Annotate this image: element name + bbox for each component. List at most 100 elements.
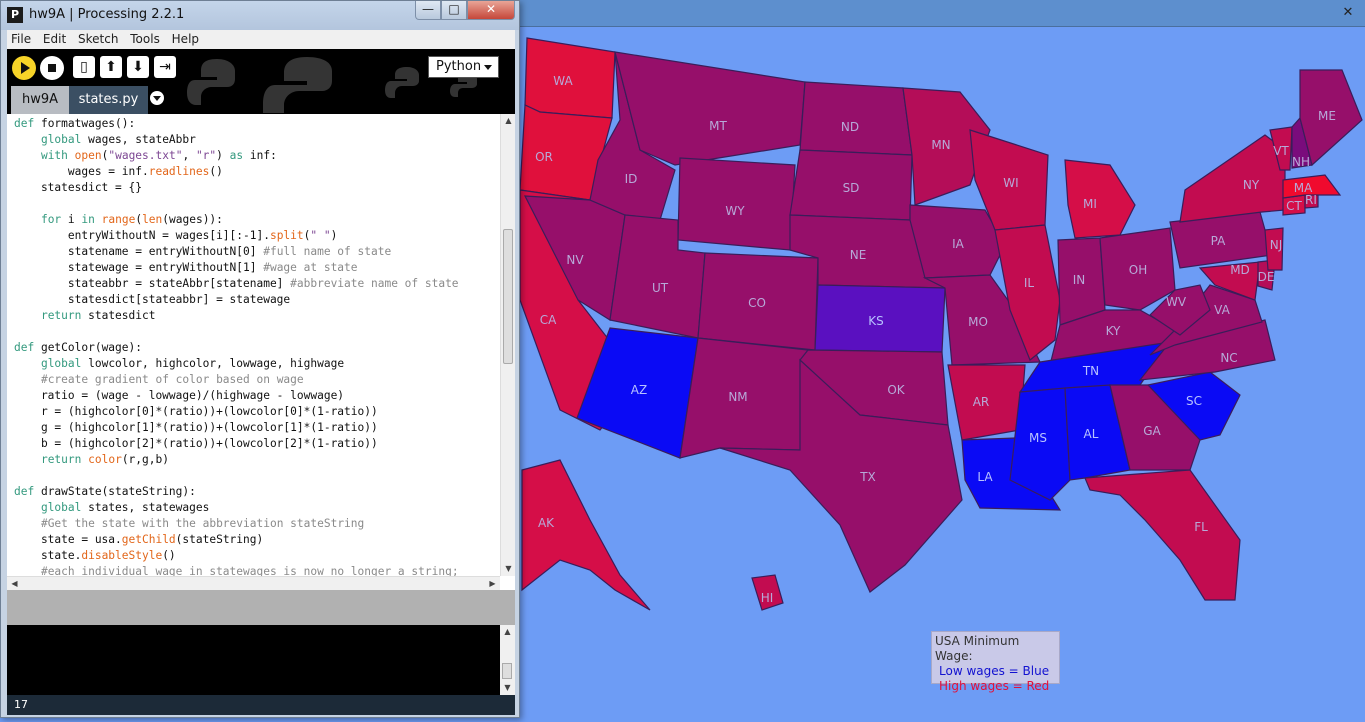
stop-button[interactable] <box>40 56 64 80</box>
menu-bar: File Edit Sketch Tools Help <box>7 30 515 49</box>
tab-hw9a[interactable]: hw9A <box>11 86 69 114</box>
code-line[interactable]: state.disableStyle() <box>14 548 459 564</box>
open-icon: ⬆ <box>105 59 117 75</box>
code-line[interactable]: b = (highcolor[2]*(ratio))+(lowcolor[2]*… <box>14 436 459 452</box>
code-line[interactable]: global lowcolor, highcolor, lowwage, hig… <box>14 356 459 372</box>
menu-edit[interactable]: Edit <box>39 30 70 46</box>
save-icon: ⬇ <box>132 59 144 75</box>
state-label-sc: SC <box>1186 394 1202 408</box>
export-icon: ⇥ <box>159 59 171 75</box>
code-line[interactable]: for i in range(len(wages)): <box>14 212 459 228</box>
scroll-left-icon[interactable]: ◀ <box>7 577 22 590</box>
console-scroll-down-icon[interactable]: ▼ <box>500 681 515 695</box>
map-legend: USA Minimum Wage: Low wages = Blue High … <box>931 631 1060 693</box>
state-label-az: AZ <box>631 383 647 397</box>
console-scroll-thumb[interactable] <box>502 663 512 679</box>
code-line[interactable]: return color(r,g,b) <box>14 452 459 468</box>
state-label-mt: MT <box>709 119 727 133</box>
code-line[interactable]: def drawState(stateString): <box>14 484 459 500</box>
state-label-co: CO <box>748 296 766 310</box>
state-label-or: OR <box>535 150 553 164</box>
state-label-al: AL <box>1084 427 1099 441</box>
legend-high-wage: High wages = Red <box>939 679 1050 693</box>
state-label-wa: WA <box>553 74 573 88</box>
console-scroll-up-icon[interactable]: ▲ <box>500 625 515 639</box>
state-label-nh: NH <box>1292 155 1310 169</box>
mode-selector[interactable]: Python <box>428 56 499 78</box>
code-line[interactable]: with open("wages.txt", "r") as inf: <box>14 148 459 164</box>
scroll-up-icon[interactable]: ▲ <box>501 114 515 128</box>
state-label-mn: MN <box>931 138 950 152</box>
line-number-status: 17 <box>7 695 515 715</box>
state-label-de: DE <box>1258 270 1275 284</box>
code-line[interactable]: global states, statewages <box>14 500 459 516</box>
state-label-ks: KS <box>868 314 884 328</box>
state-label-mi: MI <box>1083 197 1097 211</box>
code-text[interactable]: def formatwages(): global wages, stateAb… <box>14 116 459 580</box>
save-button[interactable]: ⬇ <box>127 56 149 78</box>
state-label-wy: WY <box>725 204 745 218</box>
console-scrollbar[interactable]: ▲ ▼ <box>500 625 515 695</box>
code-line[interactable] <box>14 324 459 340</box>
code-editor[interactable]: def formatwages(): global wages, stateAb… <box>7 114 515 590</box>
menu-tools[interactable]: Tools <box>126 30 164 46</box>
editor-horizontal-scrollbar[interactable]: ◀ ▶ <box>7 576 500 590</box>
editor-scroll-thumb[interactable] <box>503 229 513 364</box>
code-line[interactable]: stateabbr = stateAbbr[statename] #abbrev… <box>14 276 459 292</box>
tab-states-py[interactable]: states.py <box>69 86 148 114</box>
menu-help[interactable]: Help <box>168 30 203 46</box>
state-label-il: IL <box>1024 276 1035 290</box>
tab-menu-chevron-icon[interactable] <box>150 91 164 105</box>
open-button[interactable]: ⬆ <box>100 56 122 78</box>
code-line[interactable]: entryWithoutN = wages[i][:-1].split(" ") <box>14 228 459 244</box>
code-line[interactable]: wages = inf.readlines() <box>14 164 459 180</box>
code-line[interactable]: def formatwages(): <box>14 116 459 132</box>
maximize-button[interactable]: □ <box>441 1 467 20</box>
code-line[interactable]: #create gradient of color based on wage <box>14 372 459 388</box>
menu-sketch[interactable]: Sketch <box>74 30 122 46</box>
code-line[interactable]: ratio = (wage - lowwage)/(highwage - low… <box>14 388 459 404</box>
code-line[interactable]: statesdict = {} <box>14 180 459 196</box>
console[interactable]: ▲ ▼ <box>7 625 515 695</box>
state-label-ca: CA <box>540 313 557 327</box>
run-button[interactable] <box>12 56 36 80</box>
code-line[interactable] <box>14 196 459 212</box>
code-line[interactable]: g = (highcolor[1]*(ratio))+(lowcolor[1]*… <box>14 420 459 436</box>
sketch-close-button[interactable]: ✕ <box>1339 4 1357 22</box>
state-label-ne: NE <box>850 248 867 262</box>
state-label-me: ME <box>1318 109 1336 123</box>
scroll-right-icon[interactable]: ▶ <box>485 577 500 590</box>
code-line[interactable]: statewage = entryWithoutN[1] #wage at st… <box>14 260 459 276</box>
code-line[interactable]: statename = entryWithoutN[0] #full name … <box>14 244 459 260</box>
window-title: hw9A | Processing 2.2.1 <box>29 7 185 22</box>
code-line[interactable]: return statesdict <box>14 308 459 324</box>
chevron-down-icon <box>484 65 492 70</box>
new-sketch-button[interactable]: ▯ <box>73 56 95 78</box>
state-label-md: MD <box>1230 263 1250 277</box>
code-line[interactable]: r = (highcolor[0]*(ratio))+(lowcolor[0]*… <box>14 404 459 420</box>
close-button[interactable]: ✕ <box>467 1 515 20</box>
minimize-button[interactable]: — <box>415 1 441 20</box>
state-label-va: VA <box>1214 303 1230 317</box>
state-label-ms: MS <box>1029 431 1047 445</box>
state-mi <box>1064 159 1136 239</box>
state-ak <box>521 459 651 611</box>
code-line[interactable]: statesdict[stateabbr] = statewage <box>14 292 459 308</box>
code-line[interactable] <box>14 468 459 484</box>
state-label-ny: NY <box>1243 178 1260 192</box>
state-label-ct: CT <box>1286 199 1302 213</box>
state-label-ma: MA <box>1294 181 1313 195</box>
editor-vertical-scrollbar[interactable]: ▲ ▼ <box>500 114 515 576</box>
state-label-in: IN <box>1073 273 1086 287</box>
scroll-down-icon[interactable]: ▼ <box>501 562 515 576</box>
ide-titlebar[interactable]: P hw9A | Processing 2.2.1 — □ ✕ <box>1 1 519 30</box>
menu-file[interactable]: File <box>7 30 35 46</box>
code-line[interactable]: #Get the state with the abbreviation sta… <box>14 516 459 532</box>
state-label-nd: ND <box>841 120 859 134</box>
code-line[interactable]: global wages, stateAbbr <box>14 132 459 148</box>
code-line[interactable]: def getColor(wage): <box>14 340 459 356</box>
code-line[interactable]: state = usa.getChild(stateString) <box>14 532 459 548</box>
state-label-ky: KY <box>1106 324 1121 338</box>
mode-label: Python <box>436 59 482 74</box>
export-button[interactable]: ⇥ <box>154 56 176 78</box>
